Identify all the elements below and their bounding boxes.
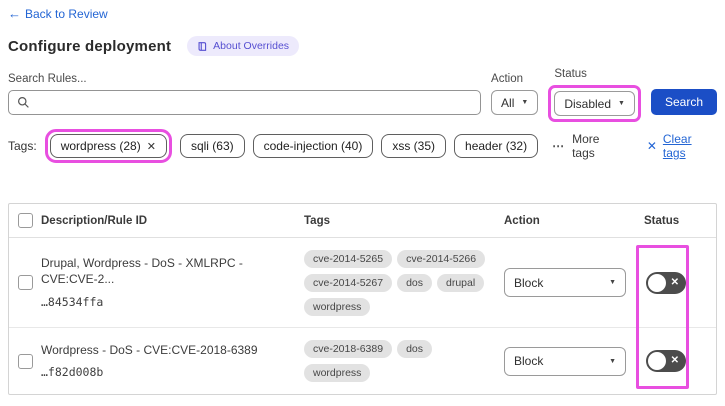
tag-chip-xss[interactable]: xss (35) xyxy=(381,134,447,158)
rule-id: …f82d008b xyxy=(41,365,104,380)
search-rules-input-box[interactable] xyxy=(8,90,482,115)
about-overrides-badge[interactable]: About Overrides xyxy=(187,36,300,56)
remove-tag-icon[interactable]: ✕ xyxy=(147,140,156,153)
tag-chip-label: sqli (63) xyxy=(190,139,234,153)
status-filter-value: Disabled xyxy=(564,96,612,111)
rule-tag-pill: wordpress xyxy=(304,297,371,316)
filter-row: Search Rules... Action All ▼ Status Disa… xyxy=(8,68,717,122)
select-all-checkbox[interactable] xyxy=(17,213,33,228)
rule-action-dropdown[interactable]: Block ▼ xyxy=(504,268,626,297)
row-cell-checkbox xyxy=(9,275,41,290)
toggle-x-icon: ✕ xyxy=(670,355,679,366)
chevron-down-icon: ▼ xyxy=(618,100,625,107)
status-filter-dropdown[interactable]: Disabled ▼ xyxy=(554,91,635,116)
more-tags-button[interactable]: ⋯ More tags xyxy=(552,132,625,160)
row-checkbox[interactable] xyxy=(17,353,33,369)
tag-chip-header[interactable]: header (32) xyxy=(454,134,539,158)
tag-chip-sqli[interactable]: sqli (63) xyxy=(179,134,245,158)
rule-action-value: Block xyxy=(514,354,544,368)
chevron-down-icon: ▼ xyxy=(609,357,616,365)
search-rules-input[interactable] xyxy=(36,95,473,110)
rule-id: …84534ffa xyxy=(41,294,104,309)
rules-table: Description/Rule ID Tags Action Status D… xyxy=(8,203,717,395)
rule-tag-pill: drupal xyxy=(437,273,485,292)
row-checkbox[interactable] xyxy=(17,275,33,290)
action-filter-value: All xyxy=(501,95,515,110)
rule-tag-pill: wordpress xyxy=(304,364,371,382)
rule-tag-pill: cve-2014-5265 xyxy=(304,249,393,268)
search-icon xyxy=(17,96,30,109)
search-button[interactable]: Search xyxy=(650,89,717,115)
tag-chip-code-injection[interactable]: code-injection (40) xyxy=(252,134,374,158)
clear-tags-label: Clear tags xyxy=(662,132,692,160)
toggle-knob xyxy=(648,352,666,370)
rule-tag-pill: dos xyxy=(397,340,432,358)
book-icon xyxy=(197,41,208,52)
toggle-knob xyxy=(648,273,666,292)
selected-tag-highlight: wordpress (28) ✕ xyxy=(44,129,172,163)
status-filter-group: Status Disabled ▼ xyxy=(548,68,641,122)
search-rules-label: Search Rules... xyxy=(8,73,87,85)
search-rules-field-group: Search Rules... xyxy=(8,73,482,115)
status-filter-highlight: Disabled ▼ xyxy=(548,85,641,122)
back-arrow-icon: ← xyxy=(8,6,21,21)
row-cell-status: ✕ xyxy=(644,271,716,294)
clear-tags-link[interactable]: ✕ Clear tags xyxy=(647,132,717,160)
header-cell-action: Action xyxy=(504,214,540,227)
tag-chip-label: wordpress (28) xyxy=(60,139,141,153)
table-row: Wordpress - DoS - CVE:CVE-2018-6389 …f82… xyxy=(9,328,716,394)
rule-description: Drupal, Wordpress - DoS - XMLRPC - CVE:C… xyxy=(41,256,243,286)
ellipsis-icon: ⋯ xyxy=(552,139,566,153)
page-title: Configure deployment xyxy=(8,37,172,55)
tag-chip-label: xss (35) xyxy=(392,139,436,153)
rule-action-value: Block xyxy=(514,275,544,290)
row-cell-tags: cve-2014-5265 cve-2014-5266 cve-2014-526… xyxy=(304,242,504,324)
tag-chip-label: code-injection (40) xyxy=(263,139,363,153)
rule-tag-pill: cve-2018-6389 xyxy=(304,340,393,358)
rule-status-toggle-off[interactable]: ✕ xyxy=(646,350,686,372)
clear-icon: ✕ xyxy=(646,139,657,153)
header-cell-tags: Tags xyxy=(304,214,330,227)
back-link-label: Back to Review xyxy=(25,6,108,21)
rule-description: Wordpress - DoS - CVE:CVE-2018-6389 xyxy=(41,342,258,357)
row-cell-description: Wordpress - DoS - CVE:CVE-2018-6389 …f82… xyxy=(41,333,304,390)
rule-tag-pill: cve-2014-5266 xyxy=(397,249,486,268)
header-cell-status: Status xyxy=(644,214,680,227)
row-cell-description: Drupal, Wordpress - DoS - XMLRPC - CVE:C… xyxy=(41,246,304,318)
rule-tag-pill: cve-2014-5267 xyxy=(304,273,393,292)
action-filter-label: Action xyxy=(491,73,524,85)
row-cell-checkbox xyxy=(9,353,41,369)
row-cell-tags: cve-2018-6389 dos wordpress xyxy=(304,332,504,390)
header-cell-checkbox xyxy=(9,213,41,228)
tags-label: Tags: xyxy=(8,139,37,153)
rule-tag-pill: dos xyxy=(397,273,432,292)
toggle-x-icon: ✕ xyxy=(670,276,679,288)
row-cell-status: ✕ xyxy=(644,350,716,372)
chevron-down-icon: ▼ xyxy=(521,99,529,106)
action-filter-dropdown[interactable]: All ▼ xyxy=(491,90,539,115)
tag-chip-label: header (32) xyxy=(465,139,528,153)
rule-action-dropdown[interactable]: Block ▼ xyxy=(504,346,626,376)
back-to-review-link[interactable]: ← Back to Review xyxy=(8,7,108,21)
row-cell-action: Block ▼ xyxy=(504,268,644,297)
row-cell-action: Block ▼ xyxy=(504,346,644,376)
header-cell-description: Description/Rule ID xyxy=(41,214,148,227)
status-filter-label: Status xyxy=(554,68,587,80)
more-tags-label: More tags xyxy=(572,132,600,160)
action-filter-group: Action All ▼ xyxy=(491,73,539,115)
table-row: Drupal, Wordpress - DoS - XMLRPC - CVE:C… xyxy=(9,238,716,328)
rule-status-toggle-off[interactable]: ✕ xyxy=(646,271,686,294)
tags-bar: Tags: wordpress (28) ✕ sqli (63) code-in… xyxy=(8,129,717,163)
configure-deployment-page: ← Back to Review Configure deployment Ab… xyxy=(0,0,725,395)
table-header-row: Description/Rule ID Tags Action Status xyxy=(9,204,716,238)
tag-chip-wordpress-selected[interactable]: wordpress (28) ✕ xyxy=(49,134,167,158)
about-overrides-label: About Overrides xyxy=(213,40,290,52)
chevron-down-icon: ▼ xyxy=(609,279,616,286)
title-row: Configure deployment About Overrides xyxy=(8,36,717,56)
